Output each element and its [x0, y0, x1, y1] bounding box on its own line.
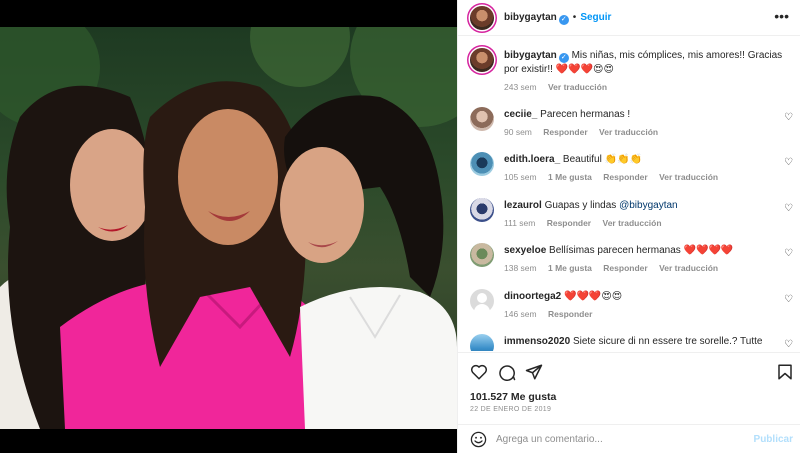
comments-list[interactable]: bibygaytan ✓ Mis niñas, mis cómplices, mi… [458, 37, 800, 351]
post-side-panel: bibygaytan ✓ • Seguir ••• bibygaytan ✓ Mis n… [457, 0, 800, 453]
verified-badge-icon: ✓ [558, 15, 569, 25]
reply-button[interactable]: Responder [548, 309, 592, 319]
post-media-area [0, 0, 457, 453]
post-actions: 101.527 Me gusta 22 DE ENERO DE 2019 [458, 352, 800, 422]
commenter-username[interactable]: sexyeloe [504, 245, 546, 256]
comment-text: Beautiful 👏👏👏 [562, 154, 642, 165]
caption-avatar[interactable] [470, 48, 494, 72]
commenter-avatar[interactable] [470, 334, 494, 351]
heart-icon[interactable] [470, 363, 488, 381]
comment-age: 138 sem [504, 263, 537, 273]
send-icon[interactable] [525, 363, 543, 381]
comment-like-heart-icon[interactable]: ♡ [784, 294, 793, 305]
comment-age: 105 sem [504, 172, 537, 182]
commenter-avatar-default[interactable] [470, 289, 494, 313]
commenter-avatar[interactable] [470, 198, 494, 222]
commenter-avatar[interactable] [470, 243, 494, 267]
caption-meta: 243 sem Ver traducción [504, 81, 784, 94]
commenter-username[interactable]: lezaurol [504, 200, 542, 211]
comment-age: 146 sem [504, 309, 537, 319]
translate-link[interactable]: Ver traducción [599, 127, 658, 137]
comment-like-heart-icon[interactable]: ♡ [784, 157, 793, 168]
caption-text-block: bibygaytan ✓ Mis niñas, mis cómplices, mi… [504, 49, 784, 76]
caption-translate-link[interactable]: Ver traducción [548, 82, 607, 92]
comment-text: Parecen hermanas ! [540, 109, 631, 120]
reply-button[interactable]: Responder [547, 218, 591, 228]
comment-text: Siete sicure di nn essere tre sorelle.? … [572, 336, 763, 347]
verified-badge-icon: ✓ [558, 53, 569, 63]
comment-mention-link[interactable]: @bibygaytan [619, 200, 678, 211]
post-photo[interactable] [0, 27, 457, 429]
follow-button[interactable]: Seguir [580, 12, 611, 23]
more-options-icon[interactable]: ••• [774, 9, 789, 23]
post-date: 22 DE ENERO DE 2019 [470, 406, 552, 413]
commenter-username[interactable]: ceciie_ [504, 109, 537, 120]
commenter-avatar[interactable] [470, 152, 494, 176]
caption-username[interactable]: bibygaytan [504, 50, 557, 61]
likes-count[interactable]: 101.527 Me gusta [470, 391, 556, 403]
translate-link[interactable]: Ver traducción [659, 172, 718, 182]
author-username[interactable]: bibygaytan [504, 12, 557, 23]
caption-age: 243 sem [504, 82, 537, 92]
post-photo-illustration [0, 27, 457, 429]
comment-input[interactable] [496, 431, 736, 448]
comment-like-heart-icon[interactable]: ♡ [784, 112, 793, 123]
publish-button[interactable]: Publicar [754, 434, 793, 445]
comment-like-heart-icon[interactable]: ♡ [784, 203, 793, 214]
bookmark-icon[interactable] [776, 363, 794, 381]
author-avatar[interactable] [470, 6, 494, 30]
commenter-username[interactable]: dinoortega2 [504, 291, 561, 302]
reply-button[interactable]: Responder [603, 172, 647, 182]
comment-text: Bellísimas parecen hermanas ❤️❤️❤️❤️ [549, 245, 734, 256]
comment-text: ❤️❤️❤️😍😍 [564, 291, 623, 302]
reply-button[interactable]: Responder [603, 263, 647, 273]
translate-link[interactable]: Ver traducción [659, 263, 718, 273]
translate-link[interactable]: Ver traducción [603, 218, 662, 228]
separator-dot: • [572, 12, 577, 23]
comment-like-heart-icon[interactable]: ♡ [784, 339, 793, 350]
post-header: bibygaytan ✓ • Seguir ••• [458, 0, 800, 36]
commenter-username[interactable]: edith.loera_ [504, 154, 560, 165]
comment-likes-count[interactable]: 1 Me gusta [548, 172, 592, 182]
comment-like-heart-icon[interactable]: ♡ [784, 248, 793, 259]
add-comment-bar: Publicar [458, 424, 800, 453]
comment-icon[interactable] [498, 363, 516, 381]
comment-text: Guapas y lindas [544, 200, 620, 211]
reply-button[interactable]: Responder [543, 127, 587, 137]
emoji-icon[interactable] [470, 431, 487, 448]
commenter-avatar[interactable] [470, 107, 494, 131]
commenter-username[interactable]: immenso2020 [504, 336, 570, 347]
comment-age: 90 sem [504, 127, 532, 137]
comment-likes-count[interactable]: 1 Me gusta [548, 263, 592, 273]
author-line: bibygaytan ✓ • Seguir [504, 12, 611, 25]
comment-age: 111 sem [504, 218, 536, 228]
